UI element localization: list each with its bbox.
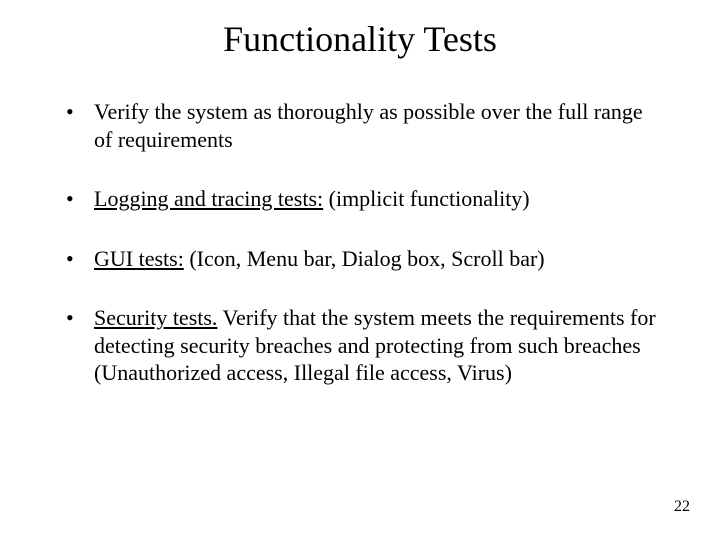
- bullet-item: Verify the system as thoroughly as possi…: [66, 98, 666, 153]
- bullet-list: Verify the system as thoroughly as possi…: [0, 98, 720, 387]
- bullet-lead: Security tests.: [94, 305, 217, 330]
- bullet-lead: Logging and tracing tests:: [94, 186, 323, 211]
- bullet-lead: GUI tests:: [94, 246, 184, 271]
- slide-title: Functionality Tests: [0, 0, 720, 60]
- slide: Functionality Tests Verify the system as…: [0, 0, 720, 540]
- bullet-text: (implicit functionality): [323, 186, 530, 211]
- bullet-item: Security tests. Verify that the system m…: [66, 304, 666, 387]
- bullet-item: Logging and tracing tests: (implicit fun…: [66, 185, 666, 213]
- page-number: 22: [674, 498, 690, 516]
- bullet-item: GUI tests: (Icon, Menu bar, Dialog box, …: [66, 245, 666, 273]
- bullet-text: Verify the system as thoroughly as possi…: [94, 99, 643, 152]
- bullet-text: (Icon, Menu bar, Dialog box, Scroll bar): [184, 246, 545, 271]
